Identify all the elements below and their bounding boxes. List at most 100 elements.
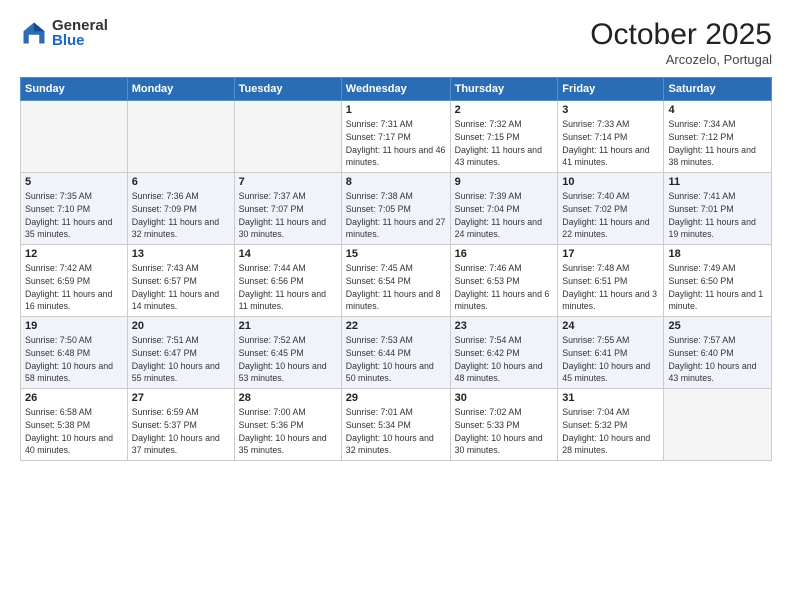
- cell-w1-d7: 4Sunrise: 7:34 AM Sunset: 7:12 PM Daylig…: [664, 101, 772, 173]
- cell-w3-d4: 15Sunrise: 7:45 AM Sunset: 6:54 PM Dayli…: [341, 245, 450, 317]
- day-number: 6: [132, 176, 230, 188]
- cell-w5-d1: 26 Sunrise: 6:58 AM Sunset: 5:38 PM Dayli…: [21, 389, 128, 461]
- day-info: Sunrise: 7:04 AM Sunset: 5:32 PM Dayligh…: [562, 406, 659, 457]
- week-row-1: 1 Sunrise: 7:31 AM Sunset: 7:17 PM Daylig…: [21, 101, 772, 173]
- day-number: 3: [562, 104, 659, 116]
- logo-blue-text: Blue: [52, 33, 108, 48]
- day-info: Sunrise: 6:59 AM Sunset: 5:37 PM Dayligh…: [132, 406, 230, 457]
- day-number: 7: [239, 176, 337, 188]
- cell-w4-d1: 19Sunrise: 7:50 AM Sunset: 6:48 PM Dayli…: [21, 317, 128, 389]
- page: General Blue October 2025 Arcozelo, Port…: [0, 0, 792, 612]
- day-number: 12: [25, 248, 123, 260]
- cell-w4-d2: 20Sunrise: 7:51 AM Sunset: 6:47 PM Dayli…: [127, 317, 234, 389]
- cell-w5-d2: 27 Sunrise: 6:59 AM Sunset: 5:37 PM Dayli…: [127, 389, 234, 461]
- cell-w5-d6: 31Sunrise: 7:04 AM Sunset: 5:32 PM Dayli…: [558, 389, 664, 461]
- day-info: Sunrise: 7:39 AM Sunset: 7:04 PM Dayligh…: [455, 190, 554, 241]
- cell-w1-d4: 1 Sunrise: 7:31 AM Sunset: 7:17 PM Daylig…: [341, 101, 450, 173]
- day-number: 1: [346, 104, 446, 116]
- header-saturday: Saturday: [664, 78, 772, 101]
- day-number: 17: [562, 248, 659, 260]
- location-subtitle: Arcozelo, Portugal: [590, 52, 772, 67]
- day-info: Sunrise: 7:52 AM Sunset: 6:45 PM Dayligh…: [239, 334, 337, 385]
- cell-w3-d1: 12 Sunrise: 7:42 AM Sunset: 6:59 PM Dayli…: [21, 245, 128, 317]
- day-info: Sunrise: 7:48 AM Sunset: 6:51 PM Dayligh…: [562, 262, 659, 313]
- cell-w1-d6: 3 Sunrise: 7:33 AM Sunset: 7:14 PM Daylig…: [558, 101, 664, 173]
- title-block: October 2025 Arcozelo, Portugal: [590, 18, 772, 67]
- day-number: 18: [668, 248, 767, 260]
- cell-w2-d3: 7Sunrise: 7:37 AM Sunset: 7:07 PM Daylig…: [234, 173, 341, 245]
- cell-w5-d3: 28 Sunrise: 7:00 AM Sunset: 5:36 PM Dayli…: [234, 389, 341, 461]
- day-info: Sunrise: 7:57 AM Sunset: 6:40 PM Dayligh…: [668, 334, 767, 385]
- header-sunday: Sunday: [21, 78, 128, 101]
- logo-icon: [20, 19, 48, 47]
- day-number: 9: [455, 176, 554, 188]
- week-row-3: 12 Sunrise: 7:42 AM Sunset: 6:59 PM Dayli…: [21, 245, 772, 317]
- day-info: Sunrise: 7:36 AM Sunset: 7:09 PM Dayligh…: [132, 190, 230, 241]
- cell-w4-d5: 23 Sunrise: 7:54 AM Sunset: 6:42 PM Dayli…: [450, 317, 558, 389]
- day-number: 21: [239, 320, 337, 332]
- day-info: Sunrise: 7:49 AM Sunset: 6:50 PM Dayligh…: [668, 262, 767, 313]
- calendar-table: Sunday Monday Tuesday Wednesday Thursday…: [20, 77, 772, 461]
- day-number: 13: [132, 248, 230, 260]
- cell-w2-d5: 9 Sunrise: 7:39 AM Sunset: 7:04 PM Daylig…: [450, 173, 558, 245]
- day-info: Sunrise: 7:02 AM Sunset: 5:33 PM Dayligh…: [455, 406, 554, 457]
- week-row-5: 26 Sunrise: 6:58 AM Sunset: 5:38 PM Dayli…: [21, 389, 772, 461]
- cell-w4-d4: 22Sunrise: 7:53 AM Sunset: 6:44 PM Dayli…: [341, 317, 450, 389]
- day-number: 4: [668, 104, 767, 116]
- day-info: Sunrise: 7:42 AM Sunset: 6:59 PM Dayligh…: [25, 262, 123, 313]
- day-info: Sunrise: 7:00 AM Sunset: 5:36 PM Dayligh…: [239, 406, 337, 457]
- cell-w4-d3: 21 Sunrise: 7:52 AM Sunset: 6:45 PM Dayli…: [234, 317, 341, 389]
- day-number: 25: [668, 320, 767, 332]
- logo-text: General Blue: [52, 18, 108, 48]
- cell-w3-d3: 14Sunrise: 7:44 AM Sunset: 6:56 PM Dayli…: [234, 245, 341, 317]
- day-number: 30: [455, 392, 554, 404]
- cell-w4-d6: 24 Sunrise: 7:55 AM Sunset: 6:41 PM Dayli…: [558, 317, 664, 389]
- day-number: 29: [346, 392, 446, 404]
- day-number: 11: [668, 176, 767, 188]
- cell-w3-d7: 18 Sunrise: 7:49 AM Sunset: 6:50 PM Dayli…: [664, 245, 772, 317]
- header: General Blue October 2025 Arcozelo, Port…: [20, 18, 772, 67]
- day-number: 26: [25, 392, 123, 404]
- logo-general-text: General: [52, 18, 108, 33]
- logo: General Blue: [20, 18, 108, 48]
- month-title: October 2025: [590, 18, 772, 52]
- day-info: Sunrise: 7:35 AM Sunset: 7:10 PM Dayligh…: [25, 190, 123, 241]
- day-number: 14: [239, 248, 337, 260]
- cell-w5-d7: [664, 389, 772, 461]
- header-thursday: Thursday: [450, 78, 558, 101]
- day-info: Sunrise: 7:33 AM Sunset: 7:14 PM Dayligh…: [562, 118, 659, 169]
- day-number: 8: [346, 176, 446, 188]
- week-row-4: 19Sunrise: 7:50 AM Sunset: 6:48 PM Dayli…: [21, 317, 772, 389]
- day-info: Sunrise: 7:43 AM Sunset: 6:57 PM Dayligh…: [132, 262, 230, 313]
- header-tuesday: Tuesday: [234, 78, 341, 101]
- cell-w3-d6: 17 Sunrise: 7:48 AM Sunset: 6:51 PM Dayli…: [558, 245, 664, 317]
- cell-w2-d6: 10Sunrise: 7:40 AM Sunset: 7:02 PM Dayli…: [558, 173, 664, 245]
- day-info: Sunrise: 7:51 AM Sunset: 6:47 PM Dayligh…: [132, 334, 230, 385]
- day-number: 19: [25, 320, 123, 332]
- day-number: 23: [455, 320, 554, 332]
- cell-w1-d5: 2Sunrise: 7:32 AM Sunset: 7:15 PM Daylig…: [450, 101, 558, 173]
- day-number: 2: [455, 104, 554, 116]
- day-info: Sunrise: 6:58 AM Sunset: 5:38 PM Dayligh…: [25, 406, 123, 457]
- day-number: 5: [25, 176, 123, 188]
- cell-w1-d1: [21, 101, 128, 173]
- cell-w1-d3: [234, 101, 341, 173]
- day-number: 28: [239, 392, 337, 404]
- week-row-2: 5 Sunrise: 7:35 AM Sunset: 7:10 PM Daylig…: [21, 173, 772, 245]
- day-info: Sunrise: 7:38 AM Sunset: 7:05 PM Dayligh…: [346, 190, 446, 241]
- day-info: Sunrise: 7:55 AM Sunset: 6:41 PM Dayligh…: [562, 334, 659, 385]
- day-number: 15: [346, 248, 446, 260]
- day-number: 24: [562, 320, 659, 332]
- day-number: 27: [132, 392, 230, 404]
- day-number: 16: [455, 248, 554, 260]
- cell-w1-d2: [127, 101, 234, 173]
- cell-w4-d7: 25 Sunrise: 7:57 AM Sunset: 6:40 PM Dayli…: [664, 317, 772, 389]
- day-number: 22: [346, 320, 446, 332]
- header-monday: Monday: [127, 78, 234, 101]
- cell-w5-d4: 29Sunrise: 7:01 AM Sunset: 5:34 PM Dayli…: [341, 389, 450, 461]
- cell-w2-d1: 5 Sunrise: 7:35 AM Sunset: 7:10 PM Daylig…: [21, 173, 128, 245]
- day-info: Sunrise: 7:31 AM Sunset: 7:17 PM Dayligh…: [346, 118, 446, 169]
- cell-w5-d5: 30 Sunrise: 7:02 AM Sunset: 5:33 PM Dayli…: [450, 389, 558, 461]
- cell-w2-d2: 6 Sunrise: 7:36 AM Sunset: 7:09 PM Daylig…: [127, 173, 234, 245]
- day-info: Sunrise: 7:54 AM Sunset: 6:42 PM Dayligh…: [455, 334, 554, 385]
